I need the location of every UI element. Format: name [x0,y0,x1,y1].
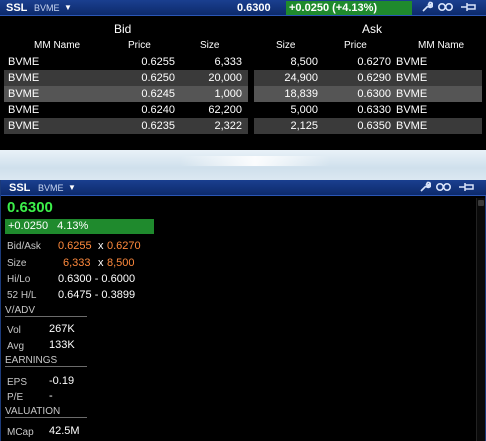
section-earnings: EARNINGS [5,355,87,367]
bid-size: 6,333 [214,56,242,68]
pin-icon[interactable] [459,0,479,16]
scrollbar-thumb[interactable] [478,200,484,206]
bid-ask-label: Bid/Ask [7,241,41,252]
mcap-label: MCap [7,427,34,438]
bid-ask-separator: x [98,240,104,252]
dropdown-caret-icon[interactable]: ▼ [68,180,76,196]
separator-shine [180,156,330,166]
mcap-value: 42.5M [49,425,80,437]
wrench-icon[interactable] [421,0,434,16]
quote-scrollbar[interactable] [476,198,485,441]
depth-row[interactable]: BVME 0.6235 2,322 2,125 0.6350 BVME [0,118,486,134]
bid-size: 62,200 [208,104,242,116]
ask-mm: BVME [396,104,428,116]
ask-mm: BVME [396,56,428,68]
col-ask-mm-name[interactable]: MM Name [418,40,464,51]
avg-value: 133K [49,339,75,351]
bid-mm: BVME [8,88,40,100]
bid-size: 1,000 [214,88,242,100]
pe-value: - [49,390,53,402]
quote-last-price: 0.6300 [7,199,53,216]
depth-row[interactable]: BVME 0.6245 1,000 18,839 0.6300 BVME [0,86,486,102]
quote-ask-size: 8,500 [107,257,135,269]
quote-window: SSL BVME ▼ 0.6300 +0.0250 4.13% Bid/Ask … [0,180,486,441]
range52-label: 52 H/L [7,290,37,301]
bid-size: 20,000 [208,72,242,84]
bid-mm: BVME [8,120,40,132]
pe-label: P/E [7,392,24,403]
ask-mm: BVME [396,120,428,132]
col-ask-price[interactable]: Price [344,40,367,51]
wrench-icon[interactable] [419,180,432,196]
link-icon[interactable] [437,0,455,16]
ask-price: 0.6350 [357,120,391,132]
col-bid-mm-name[interactable]: MM Name [34,40,80,51]
quote-source[interactable]: BVME [38,180,64,196]
bid-price: 0.6240 [141,104,175,116]
ask-price: 0.6270 [357,56,391,68]
pin-icon[interactable] [457,180,477,196]
depth-last-price: 0.6300 [237,2,271,14]
col-ask-size[interactable]: Size [276,40,295,51]
section-valuation: VALUATION [5,406,87,418]
ask-mm: BVME [396,72,428,84]
bid-price: 0.6255 [141,56,175,68]
depth-row[interactable]: BVME 0.6250 20,000 24,900 0.6290 BVME [0,70,486,86]
window-separator [0,150,486,180]
quote-titlebar: SSL BVME ▼ [1,180,486,196]
vol-value: 267K [49,323,75,335]
ask-size: 24,900 [284,72,318,84]
ask-size: 18,839 [284,88,318,100]
vol-label: Vol [7,325,21,336]
quote-change: +0.0250 [8,220,49,232]
depth-titlebar: SSL BVME ▼ 0.6300 +0.0250 (+4.13%) [0,0,486,16]
col-bid-price[interactable]: Price [128,40,151,51]
depth-symbol[interactable]: SSL [6,0,27,16]
bid-mm: BVME [8,104,40,116]
quote-bid: 0.6255 [58,240,92,252]
eps-label: EPS [7,377,28,388]
ask-price: 0.6300 [357,88,391,100]
ask-price: 0.6290 [357,72,391,84]
col-bid-size[interactable]: Size [200,40,219,51]
bid-price: 0.6250 [141,72,175,84]
quote-change-bar: +0.0250 4.13% [5,219,154,234]
ask-side-header: Ask [362,22,383,36]
ask-price: 0.6330 [357,104,391,116]
ask-size: 8,500 [290,56,318,68]
bid-side-header: Bid [114,22,132,36]
bid-price: 0.6245 [141,88,175,100]
ask-size: 5,000 [290,104,318,116]
depth-row[interactable]: BVME 0.6240 62,200 5,000 0.6330 BVME [0,102,486,118]
bid-size: 2,322 [214,120,242,132]
ask-mm: BVME [396,88,428,100]
ask-size: 2,125 [290,120,318,132]
link-icon[interactable] [435,180,453,196]
range52-value: 0.6475 - 0.3899 [58,289,136,301]
quote-ask: 0.6270 [107,240,141,252]
bid-price: 0.6235 [141,120,175,132]
quote-change-pct: 4.13% [57,220,89,232]
depth-row[interactable]: BVME 0.6255 6,333 8,500 0.6270 BVME [0,54,486,70]
dropdown-caret-icon[interactable]: ▼ [64,0,72,16]
market-depth-window: SSL BVME ▼ 0.6300 +0.0250 (+4.13%) Bid A… [0,0,486,150]
quote-symbol[interactable]: SSL [9,180,30,196]
avg-label: Avg [7,341,25,352]
size-label: Size [7,258,27,269]
bid-mm: BVME [8,72,40,84]
depth-source[interactable]: BVME [34,0,60,16]
eps-value: -0.19 [49,375,75,387]
hilo-label: Hi/Lo [7,274,31,285]
section-vadv: V/ADV [5,305,87,317]
quote-bid-size: 6,333 [63,257,91,269]
hilo-value: 0.6300 - 0.6000 [58,273,136,285]
bid-mm: BVME [8,56,40,68]
size-separator: x [98,257,104,269]
depth-change: +0.0250 (+4.13%) [286,1,412,15]
